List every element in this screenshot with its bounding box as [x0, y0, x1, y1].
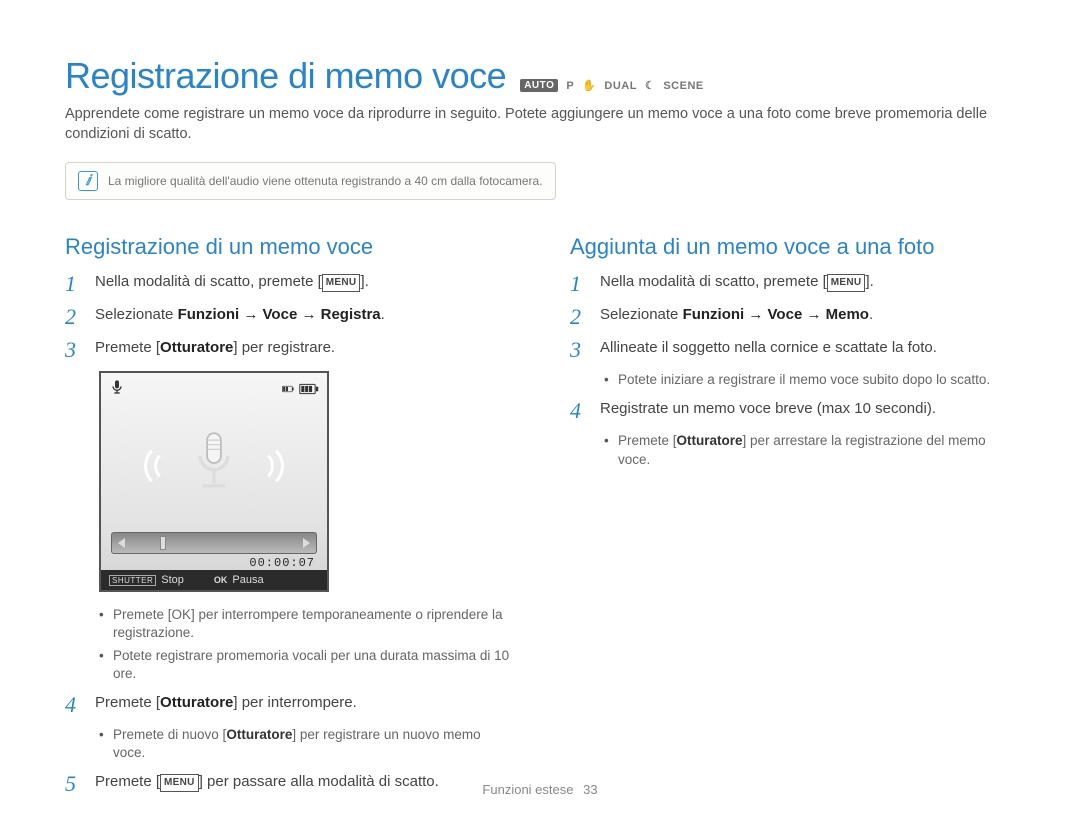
recording-time: 00:00:07: [101, 554, 327, 570]
text-fragment: ] per interrompere.: [233, 694, 356, 711]
text-fragment: Nella modalità di scatto, premete [: [600, 273, 827, 290]
step-body: Premete [Otturatore] per registrare.: [95, 338, 335, 358]
shutter-badge: SHUTTER: [109, 575, 156, 586]
left-step-4: 4 Premete [Otturatore] per interrompere.: [65, 693, 510, 716]
left-step-1: 1 Nella modalità di scatto, premete [MEN…: [65, 272, 510, 295]
step-number: 3: [65, 338, 83, 361]
menu-button-label: MENU: [322, 274, 361, 292]
text-fragment: .: [381, 306, 385, 323]
ok-button-label: OK: [172, 607, 192, 622]
step-body: Selezionate Funzioni → Voce → Memo.: [600, 305, 873, 325]
step-number: 2: [65, 305, 83, 328]
text-fragment: ].: [360, 273, 368, 290]
menu-path: Funzioni → Voce → Registra: [178, 306, 381, 323]
text-fragment: Premete [: [113, 607, 172, 622]
shutter-label: Otturatore: [226, 727, 292, 742]
page-footer: Funzioni estese 33: [0, 782, 1080, 797]
text-fragment: Premete di nuovo [: [113, 727, 226, 742]
stop-label: Stop: [161, 574, 184, 586]
text-fragment: Premete [: [95, 339, 160, 356]
text-fragment: .: [869, 306, 873, 323]
shutter-label: Otturatore: [160, 339, 233, 356]
right-step-4: 4 Registrate un memo voce breve (max 10 …: [570, 399, 1015, 422]
list-item: Potete registrare promemoria vocali per …: [99, 647, 510, 683]
step-body: Registrate un memo voce breve (max 10 se…: [600, 399, 936, 419]
sound-wave-icon: [158, 438, 188, 488]
text-fragment: Premete [: [95, 694, 160, 711]
mode-p: P: [566, 80, 574, 92]
menu-path: Funzioni → Voce → Memo: [683, 306, 869, 323]
list-item: Premete di nuovo [Otturatore] per regist…: [99, 726, 510, 762]
step-number: 4: [65, 693, 83, 716]
note-text: La migliore qualità dell'audio viene ott…: [108, 174, 543, 188]
step-number: 3: [570, 338, 588, 361]
step-number: 4: [570, 399, 588, 422]
mode-auto-badge: AUTO: [520, 79, 558, 92]
left-step-2: 2 Selezionate Funzioni → Voce → Registra…: [65, 305, 510, 328]
hand-icon: ✋: [582, 79, 596, 92]
ok-badge: OK: [214, 575, 228, 585]
step-number: 1: [570, 272, 588, 295]
mode-icons: AUTO P ✋ DUAL ☾ SCENE: [520, 79, 704, 92]
right-column: Aggiunta di un memo voce a una foto 1 Ne…: [570, 234, 1015, 805]
footer-page-number: 33: [583, 782, 597, 797]
night-icon: ☾: [645, 79, 655, 92]
shutter-label: Otturatore: [160, 694, 233, 711]
right-step-3: 3 Allineate il soggetto nella cornice e …: [570, 338, 1015, 361]
step-number: 2: [570, 305, 588, 328]
microphone-icon: [190, 431, 238, 495]
right-step-1: 1 Nella modalità di scatto, premete [MEN…: [570, 272, 1015, 295]
mic-icon: [109, 379, 125, 398]
text-fragment: Premete [: [618, 433, 677, 448]
text-fragment: ] per registrare.: [233, 339, 335, 356]
sound-wave-icon: [240, 438, 270, 488]
step-body: Selezionate Funzioni → Voce → Registra.: [95, 305, 385, 325]
note-box: ⅈ La migliore qualità dell'audio viene o…: [65, 162, 556, 200]
left-step-3: 3 Premete [Otturatore] per registrare.: [65, 338, 510, 361]
mode-scene: SCENE: [663, 80, 703, 92]
mode-dual: DUAL: [604, 80, 637, 92]
text-fragment: ].: [865, 273, 873, 290]
right-step-2: 2 Selezionate Funzioni → Voce → Memo.: [570, 305, 1015, 328]
pause-label: Pausa: [232, 574, 263, 586]
list-item: Premete [OK] per interrompere temporanea…: [99, 606, 510, 642]
step-body: Premete [Otturatore] per interrompere.: [95, 693, 357, 713]
text-fragment: Selezionate: [600, 306, 683, 323]
step-body: Allineate il soggetto nella cornice e sc…: [600, 338, 937, 358]
step-number: 1: [65, 272, 83, 295]
recording-progress-bar: [111, 532, 317, 554]
footer-section: Funzioni estese: [482, 782, 573, 797]
battery-icon: [281, 379, 319, 398]
screen-bottom-bar: SHUTTER Stop OK Pausa: [101, 570, 327, 590]
page-title: Registrazione di memo voce: [65, 55, 506, 97]
menu-button-label: MENU: [827, 274, 866, 292]
step-body: Nella modalità di scatto, premete [MENU]…: [95, 272, 369, 292]
intro-paragraph: Apprendete come registrare un memo voce …: [65, 105, 1015, 144]
text-fragment: Selezionate: [95, 306, 178, 323]
text-fragment: Nella modalità di scatto, premete [: [95, 273, 322, 290]
camera-screen-illustration: 00:00:07 SHUTTER Stop OK Pausa: [99, 371, 510, 592]
shutter-label: Otturatore: [677, 433, 743, 448]
note-icon: ⅈ: [78, 171, 98, 191]
step-body: Nella modalità di scatto, premete [MENU]…: [600, 272, 874, 292]
list-item: Premete [Otturatore] per arrestare la re…: [604, 432, 1015, 468]
right-heading: Aggiunta di un memo voce a una foto: [570, 234, 1015, 260]
left-column: Registrazione di un memo voce 1 Nella mo…: [65, 234, 510, 805]
list-item: Potete iniziare a registrare il memo voc…: [604, 371, 1015, 389]
left-heading: Registrazione di un memo voce: [65, 234, 510, 260]
